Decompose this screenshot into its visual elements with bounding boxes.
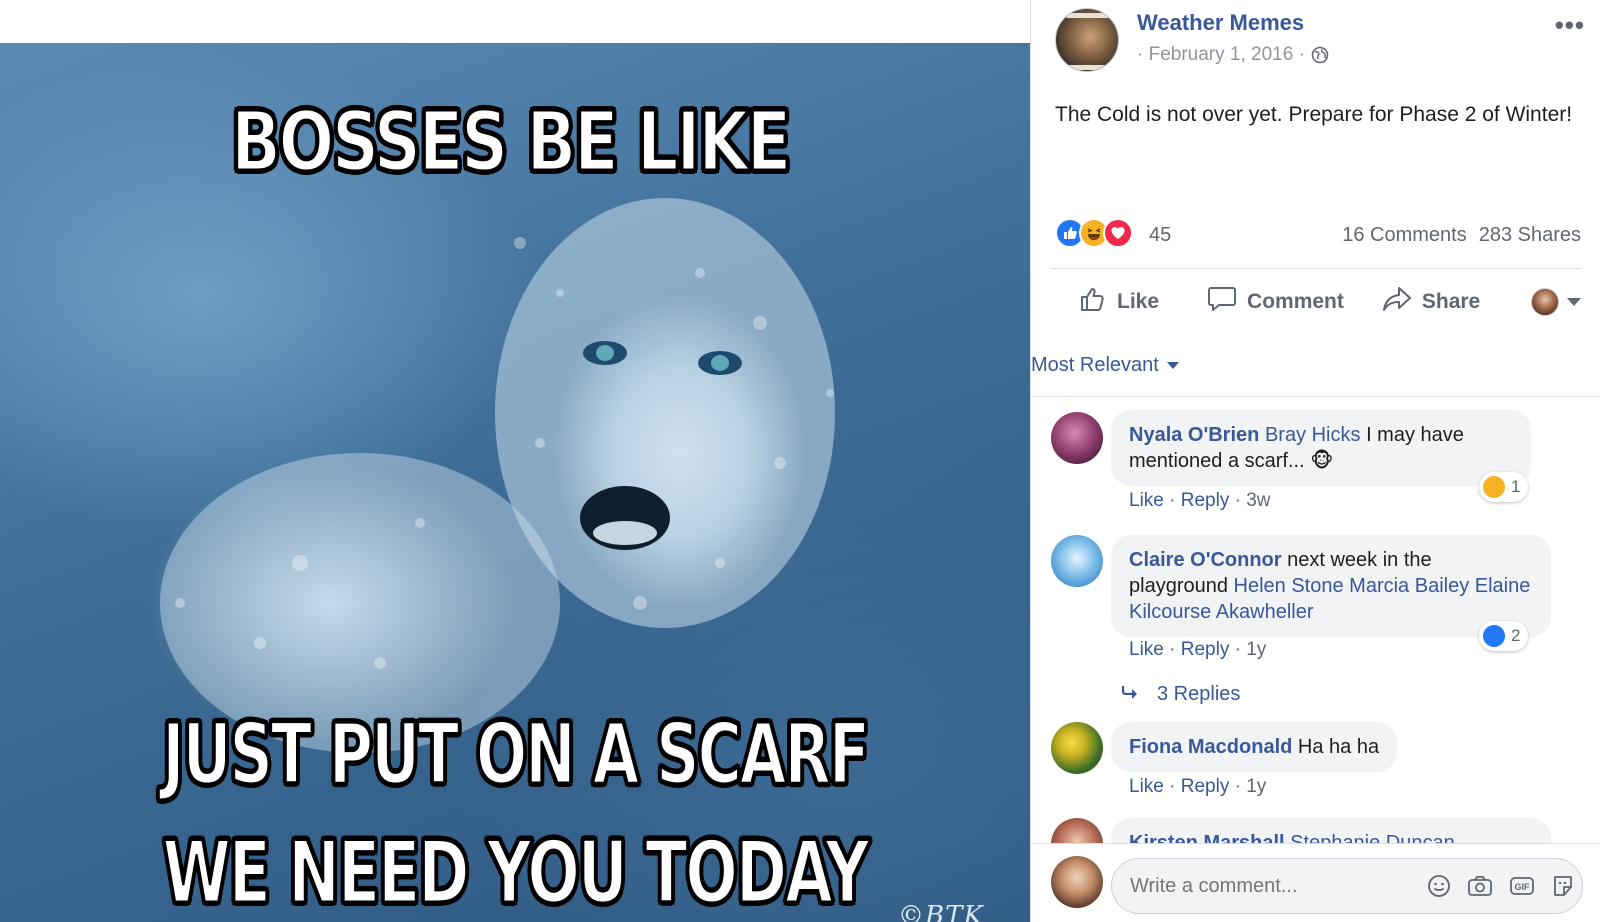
viewer-avatar <box>1531 288 1559 316</box>
comment-bubble-icon <box>1207 285 1237 319</box>
sticker-icon[interactable] <box>1551 874 1575 898</box>
comment-bubble: Fiona Macdonald Ha ha ha <box>1111 722 1398 772</box>
post-sidebar: Weather Memes · February 1, 2016 · ••• T… <box>1030 0 1600 922</box>
reactions-summary[interactable]: 45 16 Comments 283 Shares <box>1055 218 1581 252</box>
like-button[interactable]: Like <box>1079 285 1159 319</box>
post-meta: · February 1, 2016 · <box>1137 44 1329 66</box>
chevron-down-icon <box>1567 298 1581 306</box>
globe-icon <box>1311 46 1329 64</box>
comment-bubble: Kirsten Marshall Stephanie Duncan <box>1111 818 1551 843</box>
comment-like-link[interactable]: Like <box>1129 639 1164 660</box>
page-name-link[interactable]: Weather Memes <box>1137 10 1304 36</box>
post-as-selector[interactable] <box>1531 288 1581 316</box>
reaction-count: 45 <box>1149 224 1172 246</box>
comment-button[interactable]: Comment <box>1207 285 1344 319</box>
comment-time[interactable]: 1y <box>1246 776 1266 797</box>
comment-like-link[interactable]: Like <box>1129 490 1164 511</box>
replies-count: 3 Replies <box>1157 683 1241 705</box>
comment-button-label: Comment <box>1247 290 1344 313</box>
comment-item: Kirsten Marshall Stephanie Duncan <box>1031 818 1600 843</box>
reaction-icons <box>1055 218 1133 248</box>
composer-icons: GIF <box>1427 874 1575 898</box>
watermark: ©BTK <box>898 901 984 922</box>
share-button-label: Share <box>1421 290 1481 313</box>
comments-count-link[interactable]: 16 Comments <box>1342 224 1467 247</box>
svg-text:GIF: GIF <box>1515 882 1531 892</box>
haha-icon <box>1483 476 1505 498</box>
comment-like-link[interactable]: Like <box>1129 776 1164 797</box>
engagement-counts: 16 Comments 283 Shares <box>1342 224 1581 247</box>
comment-composer: GIF <box>1031 843 1600 922</box>
share-arrow-icon <box>1382 285 1412 319</box>
gif-icon[interactable]: GIF <box>1509 874 1535 898</box>
commenter-avatar[interactable] <box>1051 818 1103 843</box>
thumbs-up-icon <box>1079 285 1107 319</box>
reply-arrow-icon <box>1121 683 1141 706</box>
more-options-icon[interactable]: ••• <box>1555 10 1585 41</box>
sort-dropdown[interactable]: Most Relevant <box>1031 354 1179 377</box>
post-date-link[interactable]: · February 1, 2016 · <box>1137 44 1305 66</box>
commenter-avatar[interactable] <box>1051 535 1103 587</box>
post-actions: Like Comment Share <box>1051 270 1581 334</box>
commenter-avatar[interactable] <box>1051 412 1103 464</box>
photo-pane: BOSSES BE LIKE JUST PUT ON A SCARF WE NE… <box>0 0 1030 922</box>
comment-time[interactable]: 1y <box>1246 639 1266 660</box>
comment-reply-link[interactable]: Reply <box>1181 639 1230 660</box>
love-reaction-icon <box>1103 218 1133 248</box>
meme-image[interactable]: BOSSES BE LIKE JUST PUT ON A SCARF WE NE… <box>0 43 1030 922</box>
emoji-icon[interactable] <box>1427 874 1451 898</box>
comment-reply-link[interactable]: Reply <box>1181 490 1230 511</box>
comment-meta: Like · Reply · 1y <box>1129 639 1267 660</box>
comment-meta: Like · Reply · 3w <box>1129 490 1271 511</box>
like-button-label: Like <box>1117 290 1160 313</box>
share-button[interactable]: Share <box>1382 285 1480 319</box>
like-icon <box>1483 625 1505 647</box>
comment-author-link[interactable]: Fiona Macdonald <box>1129 736 1292 758</box>
comment-reaction-count[interactable]: 1 <box>1479 472 1529 502</box>
comment-reaction-number: 2 <box>1511 626 1521 645</box>
sort-label: Most Relevant <box>1031 354 1159 376</box>
divider <box>1051 268 1581 269</box>
camera-icon[interactable] <box>1467 874 1493 898</box>
current-user-avatar <box>1051 856 1103 908</box>
shares-count-link[interactable]: 283 Shares <box>1479 224 1581 247</box>
comment-author-link[interactable]: Claire O'Connor <box>1129 549 1282 571</box>
comment-meta: Like · Reply · 1y <box>1129 776 1267 797</box>
post-caption: The Cold is not over yet. Prepare for Ph… <box>1055 103 1573 126</box>
post-header: Weather Memes · February 1, 2016 · ••• <box>1031 0 1600 90</box>
comment-author-link[interactable]: Nyala O'Brien <box>1129 424 1259 446</box>
comment-reaction-count[interactable]: 2 <box>1479 621 1529 651</box>
view-replies-link[interactable]: 3 Replies <box>1121 683 1240 706</box>
comment-reply-link[interactable]: Reply <box>1181 776 1230 797</box>
meme-caption-bottom: WE NEED YOU TODAY <box>161 822 870 922</box>
meme-caption-top: BOSSES BE LIKE <box>230 94 793 192</box>
commenter-avatar[interactable] <box>1051 722 1103 774</box>
comment-mention-link[interactable]: Bray Hicks <box>1265 424 1361 446</box>
caret-down-icon <box>1166 362 1179 369</box>
comment-text: Ha ha ha <box>1292 736 1380 758</box>
comment-time[interactable]: 3w <box>1246 490 1270 511</box>
comment-sort-row: Most Relevant <box>1031 334 1600 398</box>
comment-author-link[interactable]: Kirsten Marshall <box>1129 832 1285 843</box>
page-avatar[interactable] <box>1055 8 1119 72</box>
comment-reaction-number: 1 <box>1511 477 1521 496</box>
comment-mention-link[interactable]: Stephanie Duncan <box>1290 832 1455 843</box>
meme-caption-middle: JUST PUT ON A SCARF <box>161 704 871 805</box>
divider <box>1031 396 1600 397</box>
comment-bubble: Claire O'Connor next week in the playgro… <box>1111 535 1551 637</box>
comment-bubble: Nyala O'Brien Bray Hicks I may have ment… <box>1111 410 1531 486</box>
